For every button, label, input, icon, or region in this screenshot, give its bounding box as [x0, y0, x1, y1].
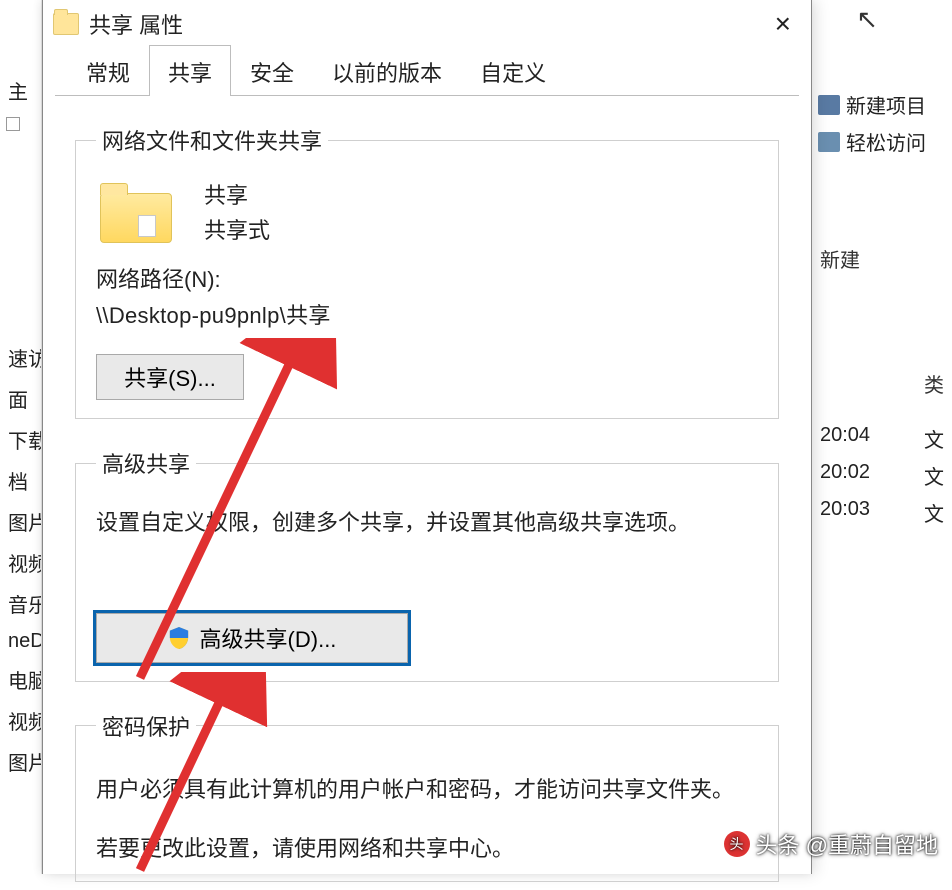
shared-folder-icon: [100, 183, 176, 243]
nav-item[interactable]: 面: [0, 378, 41, 419]
tab-sharing[interactable]: 共享: [149, 45, 231, 96]
table-row[interactable]: 20:04 文: [812, 420, 952, 457]
tab-customize[interactable]: 自定义: [461, 45, 565, 96]
cell-time: 20:03: [820, 498, 870, 527]
nav-item[interactable]: 图片: [0, 501, 41, 542]
ribbon-label: 新建项目: [846, 90, 926, 119]
advanced-sharing-button[interactable]: 高级共享(D)...: [96, 613, 408, 663]
password-description: 用户必须具有此计算机的用户帐户和密码，才能访问共享文件夹。: [96, 772, 758, 807]
tab-strip: 常规 共享 安全 以前的版本 自定义: [43, 48, 811, 96]
nav-item[interactable]: 下载: [0, 419, 41, 460]
network-path-label: 网络路径(N):: [96, 262, 758, 294]
ribbon-easy-access[interactable]: 轻松访问: [812, 123, 952, 160]
cell-type: 文: [924, 424, 944, 453]
nav-item[interactable]: 速访: [0, 337, 41, 378]
group-network-sharing: 网络文件和文件夹共享 共享 共享式 网络路径(N): \\Desktop-pu9…: [75, 124, 779, 419]
sparkle-icon: [818, 95, 840, 115]
combo-box-fragment: [6, 117, 20, 131]
ribbon-group-label: 新建: [812, 240, 952, 277]
ribbon-label: 轻松访问: [846, 127, 926, 156]
cell-time: 20:02: [820, 461, 870, 490]
share-button[interactable]: 共享(S)...: [96, 354, 244, 400]
nav-item[interactable]: neD: [0, 624, 41, 659]
close-button[interactable]: ×: [769, 8, 797, 40]
nav-item[interactable]: 视频: [0, 542, 41, 583]
uac-shield-icon: [168, 626, 190, 650]
nav-item[interactable]: 音乐: [0, 583, 41, 624]
nav-item[interactable]: 电脑: [0, 659, 41, 700]
explorer-left-fragment: 主 速访 面 下载 档 图片 视频 音乐 neD 电脑 视频 图片: [0, 0, 42, 874]
group-legend: 高级共享: [96, 447, 196, 479]
group-password-protection: 密码保护 用户必须具有此计算机的用户帐户和密码，才能访问共享文件夹。 若要更改此…: [75, 710, 779, 882]
properties-dialog: 共享 属性 × 常规 共享 安全 以前的版本 自定义 网络文件和文件夹共享 共享…: [42, 0, 812, 874]
nav-item[interactable]: 图片: [0, 741, 41, 782]
group-legend: 网络文件和文件夹共享: [96, 124, 328, 156]
watermark-text: 头条 @重蔚自留地: [756, 828, 938, 860]
share-status: 共享式: [204, 213, 270, 248]
nav-item[interactable]: 档: [0, 460, 41, 501]
advanced-description: 设置自定义权限，创建多个共享，并设置其他高级共享选项。: [96, 505, 758, 540]
nav-item[interactable]: 视频: [0, 700, 41, 741]
share-name: 共享: [204, 178, 270, 213]
table-row[interactable]: 20:03 文: [812, 494, 952, 531]
ribbon-new-item[interactable]: 新建项目: [812, 86, 952, 123]
explorer-right-fragment: 新建项目 轻松访问 新建 类 20:04 文 20:02 文 20:03 文: [812, 0, 952, 874]
titlebar: 共享 属性 ×: [43, 0, 811, 48]
group-advanced-sharing: 高级共享 设置自定义权限，创建多个共享，并设置其他高级共享选项。 高级共享(D)…: [75, 447, 779, 681]
dialog-content: 网络文件和文件夹共享 共享 共享式 网络路径(N): \\Desktop-pu9…: [43, 96, 811, 890]
table-row[interactable]: 20:02 文: [812, 457, 952, 494]
watermark: 头 头条 @重蔚自留地: [724, 828, 938, 860]
folder-icon: [53, 13, 79, 35]
watermark-logo-icon: 头: [724, 831, 750, 857]
network-path-value: \\Desktop-pu9pnlp\共享: [96, 298, 758, 330]
tab-general[interactable]: 常规: [67, 45, 149, 96]
cell-type: 文: [924, 461, 944, 490]
password-link-row: 若要更改此设置，请使用网络和共享中心。: [96, 831, 758, 863]
tab-previous-versions[interactable]: 以前的版本: [313, 45, 461, 96]
button-label: 高级共享(D)...: [200, 622, 337, 654]
cell-time: 20:04: [820, 424, 870, 453]
cursor-icon: ↖: [856, 4, 878, 35]
tab-security[interactable]: 安全: [231, 45, 313, 96]
button-label: 共享(S)...: [124, 361, 216, 393]
group-legend: 密码保护: [96, 710, 196, 742]
column-header-type[interactable]: 类: [812, 365, 952, 402]
nav-home: 主: [0, 70, 41, 111]
cell-type: 文: [924, 498, 944, 527]
dialog-title: 共享 属性: [89, 8, 183, 40]
access-icon: [818, 132, 840, 152]
